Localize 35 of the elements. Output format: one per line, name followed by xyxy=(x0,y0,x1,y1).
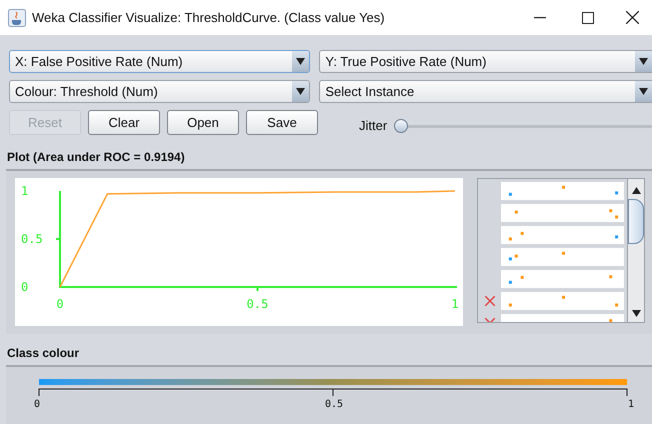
jitter-label: Jitter xyxy=(359,117,388,135)
jitter-slider[interactable] xyxy=(394,118,652,133)
slider-thumb[interactable] xyxy=(394,118,408,133)
scatter-thumbnail[interactable] xyxy=(501,182,624,200)
scatter-thumbnail[interactable] xyxy=(501,226,624,244)
class-colour-title: Class colour xyxy=(7,344,80,362)
toolbar-button[interactable]: Open xyxy=(167,110,239,136)
dropdown[interactable]: Y: True Positive Rate (Num) xyxy=(319,50,652,73)
toolbar-button[interactable]: Clear xyxy=(88,110,160,136)
scatter-thumbnail[interactable] xyxy=(501,270,624,288)
dropdown[interactable]: X: False Positive Rate (Num) xyxy=(9,50,310,73)
scatter-thumbnail[interactable] xyxy=(501,248,624,266)
scale-tick-label: 0.5 xyxy=(324,398,344,412)
dropdown-value: X: False Positive Rate (Num) xyxy=(14,52,184,71)
scatter-thumbnail[interactable] xyxy=(501,204,624,222)
app-icon xyxy=(8,8,26,26)
dropdown-value: Select Instance xyxy=(324,82,416,101)
y-tick-label: 0 xyxy=(21,280,28,294)
dropdown-value: Colour: Threshold (Num) xyxy=(14,82,159,101)
window-title: Weka Classifier Visualize: ThresholdCurve. (Class value Yes) xyxy=(32,8,385,27)
x-tick-label: 1 xyxy=(451,296,459,310)
scale-tick-label: 1 xyxy=(628,398,634,412)
x-tick-label: 0.5 xyxy=(246,296,268,310)
scale-tick-label: 0 xyxy=(34,398,40,412)
y-tick-label: 1 xyxy=(21,184,28,198)
dropdown[interactable]: Colour: Threshold (Num) xyxy=(9,80,310,103)
dropdown-value: Y: True Positive Rate (Num) xyxy=(324,52,488,71)
scrollbar[interactable] xyxy=(627,178,644,322)
dropdown[interactable]: Select Instance xyxy=(319,80,652,103)
scatter-thumbnail[interactable] xyxy=(501,292,624,310)
x-tick-label: 0 xyxy=(56,296,64,310)
toolbar-button[interactable]: Save xyxy=(246,110,318,136)
plot-title: Plot (Area under ROC = 0.9194) xyxy=(7,148,186,166)
scroll-thumb xyxy=(628,198,644,244)
y-tick-label: 0.5 xyxy=(21,232,43,246)
